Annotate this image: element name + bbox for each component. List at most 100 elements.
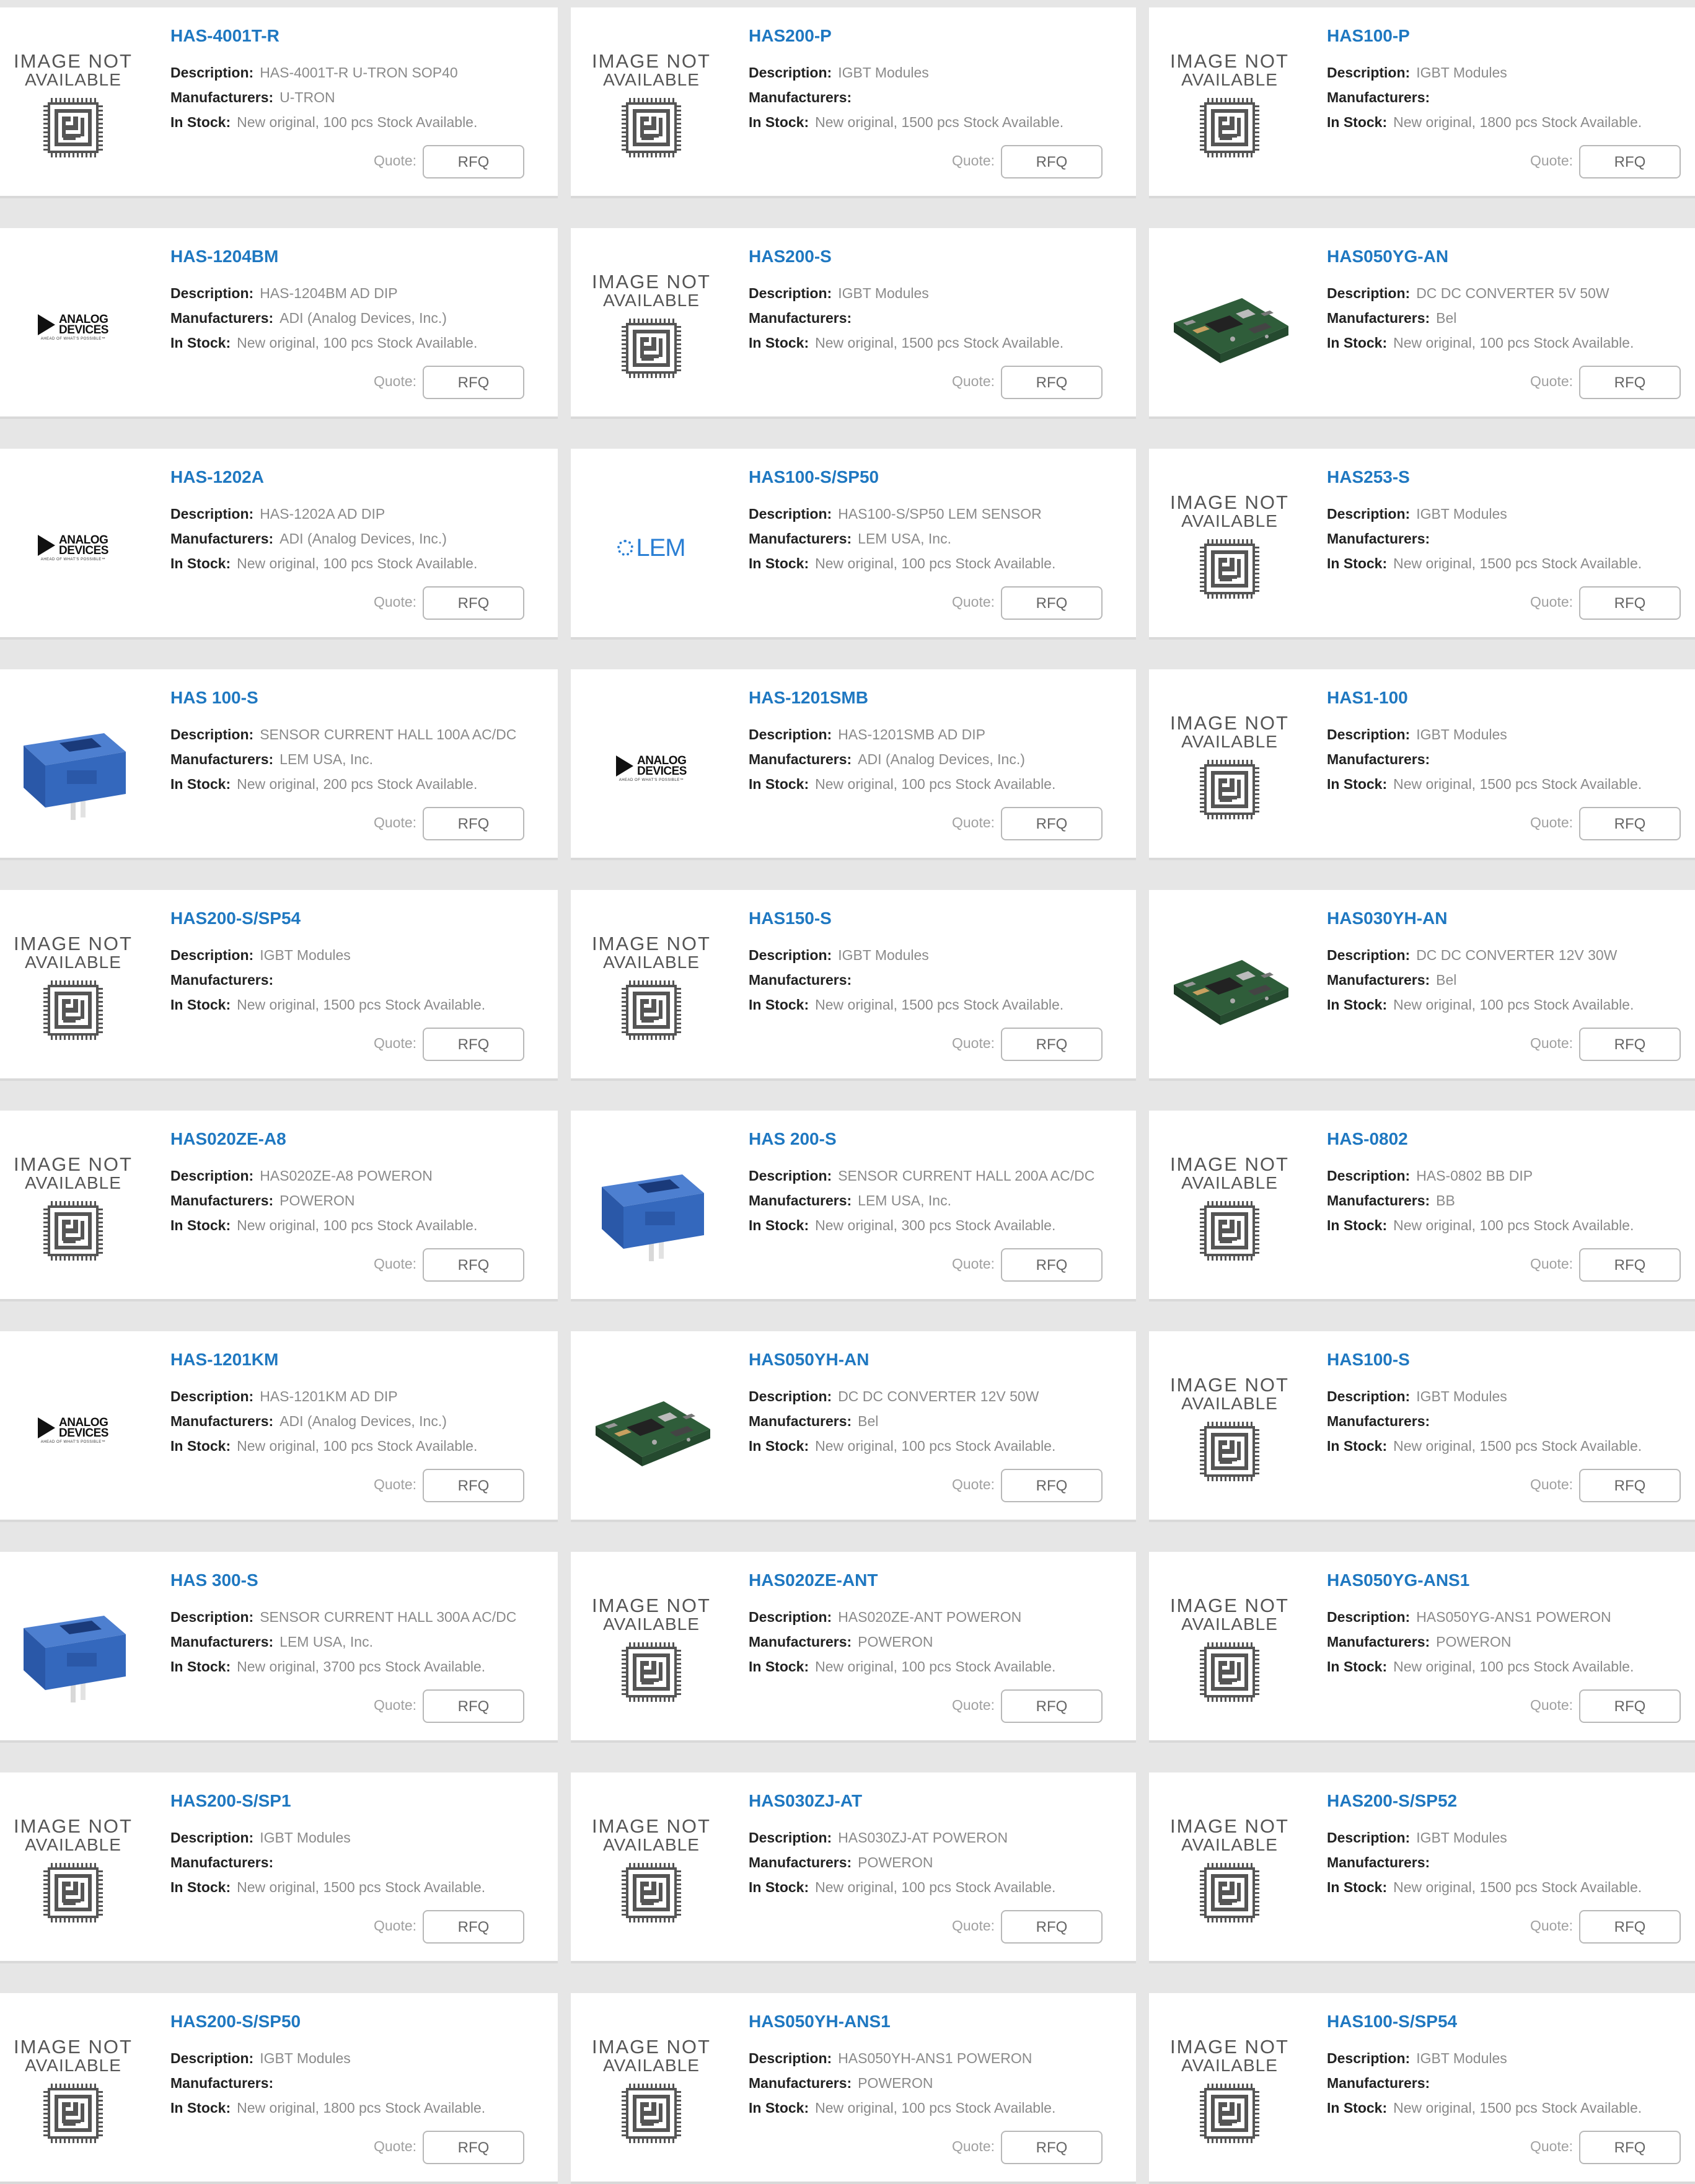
product-thumbnail[interactable]: ANALOG DEVICES AHEAD OF WHAT'S POSSIBLE™ <box>5 1368 141 1492</box>
rfq-button[interactable]: RFQ <box>1579 2131 1681 2164</box>
description-row: Description: SENSOR CURRENT HALL 200A AC/… <box>749 1168 1094 1184</box>
product-title-link[interactable]: HAS200-S/SP52 <box>1327 1791 1457 1811</box>
product-title-link[interactable]: HAS050YG-AN <box>1327 247 1448 266</box>
product-title-link[interactable]: HAS050YH-ANS1 <box>749 2012 891 2032</box>
rfq-button[interactable]: RFQ <box>1001 366 1103 399</box>
rfq-button[interactable]: RFQ <box>1579 586 1681 620</box>
product-thumbnail[interactable]: ANALOG DEVICES AHEAD OF WHAT'S POSSIBLE™ <box>5 265 141 389</box>
product-thumbnail[interactable]: IMAGE NOT AVAILABLE <box>1161 1589 1298 1713</box>
product-thumbnail[interactable]: IMAGE NOT AVAILABLE <box>1161 1810 1298 1934</box>
product-thumbnail[interactable]: IMAGE NOT AVAILABLE <box>5 1810 141 1934</box>
rfq-button[interactable]: RFQ <box>1001 1248 1103 1282</box>
product-title-link[interactable]: HAS-4001T-R <box>170 26 280 46</box>
product-thumbnail[interactable]: IMAGE NOT AVAILABLE <box>5 1148 141 1272</box>
product-thumbnail[interactable]: IMAGE NOT AVAILABLE <box>583 265 720 389</box>
product-thumbnail[interactable] <box>1161 265 1298 389</box>
rfq-button[interactable]: RFQ <box>423 145 524 178</box>
product-thumbnail[interactable]: LEM <box>583 486 720 610</box>
product-title-link[interactable]: HAS030YH-AN <box>1327 909 1448 928</box>
product-title-link[interactable]: HAS030ZJ-AT <box>749 1791 862 1811</box>
rfq-button[interactable]: RFQ <box>423 1248 524 1282</box>
rfq-button[interactable]: RFQ <box>1001 2131 1103 2164</box>
product-thumbnail[interactable] <box>1161 927 1298 1051</box>
rfq-button[interactable]: RFQ <box>423 1028 524 1061</box>
in-stock-row: In Stock: New original, 100 pcs Stock Ava… <box>1327 335 1634 351</box>
product-thumbnail[interactable]: IMAGE NOT AVAILABLE <box>1161 1148 1298 1272</box>
product-title-link[interactable]: HAS100-S <box>1327 1350 1410 1370</box>
rfq-button[interactable]: RFQ <box>423 807 524 840</box>
product-thumbnail[interactable] <box>5 707 141 830</box>
rfq-button[interactable]: RFQ <box>423 586 524 620</box>
rfq-button[interactable]: RFQ <box>1579 1248 1681 1282</box>
placeholder-line2: AVAILABLE <box>1181 1173 1278 1192</box>
rfq-button[interactable]: RFQ <box>1001 1910 1103 1944</box>
rfq-button[interactable]: RFQ <box>1579 807 1681 840</box>
rfq-button[interactable]: RFQ <box>1001 1689 1103 1723</box>
rfq-button[interactable]: RFQ <box>1001 807 1103 840</box>
product-title-link[interactable]: HAS 300-S <box>170 1570 258 1590</box>
product-title-link[interactable]: HAS200-S/SP50 <box>170 2012 301 2032</box>
product-title-link[interactable]: HAS-1204BM <box>170 247 278 266</box>
rfq-button[interactable]: RFQ <box>423 1910 524 1944</box>
product-title-link[interactable]: HAS100-P <box>1327 26 1410 46</box>
rfq-button[interactable]: RFQ <box>1579 1469 1681 1502</box>
product-thumbnail[interactable]: ANALOG DEVICES AHEAD OF WHAT'S POSSIBLE™ <box>5 486 141 610</box>
product-thumbnail[interactable] <box>583 1368 720 1492</box>
product-title-link[interactable]: HAS020ZE-A8 <box>170 1129 286 1149</box>
product-thumbnail[interactable]: IMAGE NOT AVAILABLE <box>5 45 141 169</box>
in-stock-label: In Stock: <box>749 114 809 130</box>
description-label: Description: <box>749 1388 832 1404</box>
product-thumbnail[interactable]: ANALOG DEVICES AHEAD OF WHAT'S POSSIBLE™ <box>583 707 720 830</box>
quote-label: Quote: <box>952 373 995 389</box>
product-thumbnail[interactable] <box>5 1589 141 1713</box>
product-title-link[interactable]: HAS-1201KM <box>170 1350 278 1370</box>
product-thumbnail[interactable]: IMAGE NOT AVAILABLE <box>5 2030 141 2154</box>
product-thumbnail[interactable]: IMAGE NOT AVAILABLE <box>1161 486 1298 610</box>
rfq-button[interactable]: RFQ <box>423 1689 524 1723</box>
rfq-button[interactable]: RFQ <box>423 2131 524 2164</box>
product-title-link[interactable]: HAS100-S/SP50 <box>749 467 879 487</box>
product-title-link[interactable]: HAS-1202A <box>170 467 264 487</box>
rfq-button[interactable]: RFQ <box>1579 1689 1681 1723</box>
product-thumbnail[interactable]: IMAGE NOT AVAILABLE <box>583 927 720 1051</box>
image-not-available-placeholder: IMAGE NOT AVAILABLE <box>1170 1155 1289 1265</box>
rfq-button[interactable]: RFQ <box>1001 1469 1103 1502</box>
product-thumbnail[interactable]: IMAGE NOT AVAILABLE <box>583 1589 720 1713</box>
rfq-button[interactable]: RFQ <box>1579 366 1681 399</box>
manufacturers-row: Manufacturers: U-TRON <box>170 89 335 106</box>
product-title-link[interactable]: HAS-1201SMB <box>749 688 868 708</box>
product-title-link[interactable]: HAS 200-S <box>749 1129 837 1149</box>
rfq-button[interactable]: RFQ <box>423 366 524 399</box>
product-title-link[interactable]: HAS1-100 <box>1327 688 1408 708</box>
rfq-button[interactable]: RFQ <box>1579 1910 1681 1944</box>
rfq-button[interactable]: RFQ <box>1001 145 1103 178</box>
product-thumbnail[interactable]: IMAGE NOT AVAILABLE <box>1161 1368 1298 1492</box>
product-title-link[interactable]: HAS200-S/SP1 <box>170 1791 291 1811</box>
product-thumbnail[interactable]: IMAGE NOT AVAILABLE <box>1161 45 1298 169</box>
product-thumbnail[interactable]: IMAGE NOT AVAILABLE <box>583 1810 720 1934</box>
image-not-available-placeholder: IMAGE NOT AVAILABLE <box>592 934 711 1044</box>
rfq-button[interactable]: RFQ <box>1001 1028 1103 1061</box>
product-thumbnail[interactable]: IMAGE NOT AVAILABLE <box>5 927 141 1051</box>
product-title-link[interactable]: HAS200-P <box>749 26 832 46</box>
product-thumbnail[interactable] <box>583 1148 720 1272</box>
product-title-link[interactable]: HAS200-S <box>749 247 832 266</box>
rfq-button[interactable]: RFQ <box>1001 586 1103 620</box>
rfq-button[interactable]: RFQ <box>1579 1028 1681 1061</box>
rfq-button[interactable]: RFQ <box>423 1469 524 1502</box>
product-title-link[interactable]: HAS050YG-ANS1 <box>1327 1570 1469 1590</box>
product-title-link[interactable]: HAS200-S/SP54 <box>170 909 301 928</box>
product-thumbnail[interactable]: IMAGE NOT AVAILABLE <box>1161 2030 1298 2154</box>
product-thumbnail[interactable]: IMAGE NOT AVAILABLE <box>583 2030 720 2154</box>
description-value: HAS100-S/SP50 LEM SENSOR <box>838 506 1042 522</box>
product-title-link[interactable]: HAS150-S <box>749 909 832 928</box>
product-title-link[interactable]: HAS020ZE-ANT <box>749 1570 878 1590</box>
product-title-link[interactable]: HAS 100-S <box>170 688 258 708</box>
product-title-link[interactable]: HAS253-S <box>1327 467 1410 487</box>
rfq-button[interactable]: RFQ <box>1579 145 1681 178</box>
product-title-link[interactable]: HAS050YH-AN <box>749 1350 870 1370</box>
product-thumbnail[interactable]: IMAGE NOT AVAILABLE <box>583 45 720 169</box>
product-thumbnail[interactable]: IMAGE NOT AVAILABLE <box>1161 707 1298 830</box>
product-title-link[interactable]: HAS100-S/SP54 <box>1327 2012 1457 2032</box>
product-title-link[interactable]: HAS-0802 <box>1327 1129 1408 1149</box>
